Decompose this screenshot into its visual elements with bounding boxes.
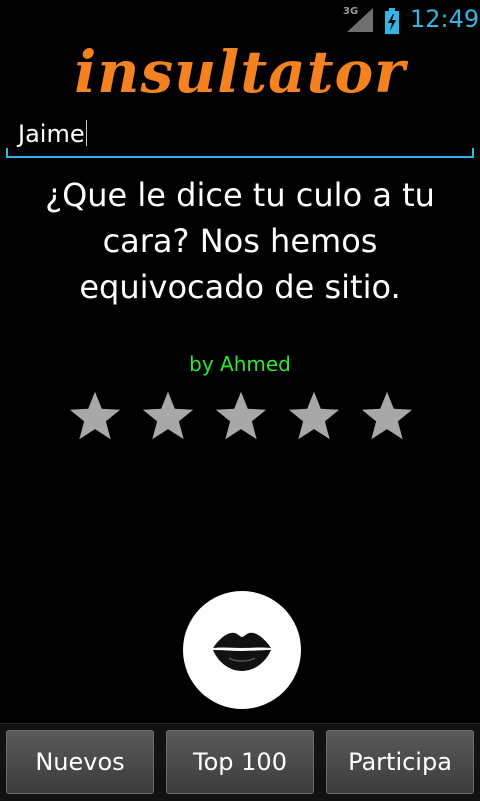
rating-stars[interactable] [66, 388, 416, 448]
star-icon-2[interactable] [139, 388, 197, 446]
signal-icon [347, 8, 373, 32]
insult-text: ¿Que le dice tu culo a tu cara? Nos hemo… [45, 176, 435, 306]
name-input-value[interactable]: Jaime [18, 120, 87, 148]
star-icon-3[interactable] [212, 388, 270, 446]
star-icon-1[interactable] [66, 388, 124, 446]
star-icon-4[interactable] [285, 388, 343, 446]
tab-top-100[interactable]: Top 100 [166, 730, 314, 794]
insult-author: by Ahmed [189, 352, 291, 376]
kiss-button[interactable] [183, 591, 301, 709]
star-icon-5[interactable] [358, 388, 416, 446]
lips-icon [213, 632, 271, 671]
tab-nuevos[interactable]: Nuevos [6, 730, 154, 794]
name-input[interactable]: Jaime [6, 118, 474, 158]
battery-charging-icon [385, 8, 399, 34]
app-logo: insultator [74, 38, 406, 106]
tab-participa[interactable]: Participa [326, 730, 474, 794]
bottom-tab-bar: Nuevos Top 100 Participa [0, 723, 480, 801]
status-bar: 3G 12:49 [0, 0, 480, 38]
clock: 12:49 [410, 5, 480, 33]
